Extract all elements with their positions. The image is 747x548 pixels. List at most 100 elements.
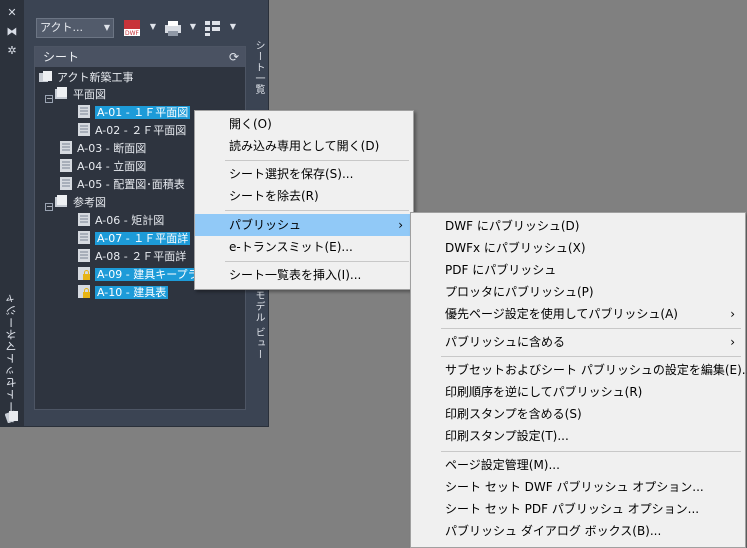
svg-text:DWF: DWF [125,30,140,37]
menu-item-plot-stamp-settings[interactable]: 印刷スタンプ設定(T)... [411,425,745,447]
menu-item-publish-dwfx[interactable]: DWFx にパブリッシュ(X) [411,237,745,259]
menu-item-insert-sheet-list[interactable]: シート一覧表を挿入(I)... [195,264,413,286]
menu-separator [225,210,409,211]
chevron-down-icon: ▼ [103,23,110,32]
sheet-icon [78,231,90,244]
folder-icon [55,195,67,207]
sheet-item-label: A-10 - 建具表 [95,286,169,299]
chevron-down-icon: ▼ [229,22,236,31]
menu-item-publish-dialog[interactable]: パブリッシュ ダイアログ ボックス(B)... [411,520,745,542]
menu-item-open[interactable]: 開く(O) [195,113,413,135]
folder-icon [55,87,67,99]
tree-group-label: 平面図 [73,88,106,101]
menu-item-pdf-publish-options[interactable]: シート セット PDF パブリッシュ オプション... [411,498,745,520]
views-icon [205,21,220,36]
sheetset-icon [4,408,19,424]
plot-icon [165,21,181,36]
tab-sheet-list[interactable]: シート一覧 [250,40,266,95]
sheet-item-label: A-01 - １Ｆ平面図 [95,106,191,119]
sheet-item-label: A-09 - 建具キープラ [95,268,201,281]
close-icon[interactable]: ✕ [5,6,19,20]
menu-separator [441,356,741,357]
sheetset-combo-value: アクト... [40,21,83,34]
menu-item-edit-subset-settings[interactable]: サブセットおよびシート パブリッシュの設定を編集(E)... [411,359,747,381]
menu-item-save-selection[interactable]: シート選択を保存(S)... [195,163,413,185]
publish-dwf-button[interactable]: DWF ▼ [122,18,156,38]
menu-separator [441,451,741,452]
palette-titlebar: ✕ ⧓ ✲ シートセットマネージャ [0,0,24,426]
chevron-right-icon: › [398,218,403,232]
sheet-item-label: A-02 - ２Ｆ平面図 [95,124,187,137]
publish-dwf-icon: DWF [124,20,140,37]
sheet-icon [78,213,90,226]
menu-item-publish-reverse[interactable]: 印刷順序を逆にしてパブリッシュ(R) [411,381,745,403]
menu-item-page-setup-manager[interactable]: ページ設定管理(M)... [411,454,745,476]
sheet-tree-header-label: シート [43,50,80,64]
sheet-item-label: A-03 - 断面図 [77,142,147,155]
sheet-item[interactable]: A-08 - ２Ｆ平面詳 [77,248,186,265]
lock-icon [78,267,90,280]
menu-item-etransmit[interactable]: e-トランスミット(E)... [195,236,413,258]
lock-icon [78,285,90,298]
palette-title: シートセットマネージャ [5,292,18,424]
sheet-item[interactable]: A-10 - 建具表 [77,284,169,301]
chevron-down-icon: ▼ [189,22,196,31]
refresh-icon[interactable]: ⟳ [229,47,239,67]
plot-button[interactable]: ▼ [162,18,196,38]
sheet-item-label: A-05 - 配置図･面積表 [77,178,185,191]
tab-model-views[interactable]: モデル ビュー [250,290,266,360]
menu-item-include-in-publish-label: パブリッシュに含める [445,335,566,349]
autohide-icon[interactable]: ⧓ [5,25,19,39]
menu-separator [441,328,741,329]
properties-icon[interactable]: ✲ [5,44,19,58]
sheet-item[interactable]: A-04 - 立面図 [59,158,146,175]
tree-group-plan[interactable]: 平面図 [55,86,106,103]
sheet-icon [78,105,90,118]
menu-item-publish-page-setup[interactable]: 優先ページ設定を使用してパブリッシュ(A) › [411,303,745,325]
sheet-item[interactable]: A-09 - 建具キープラ [77,266,201,283]
menu-item-include-plot-stamp[interactable]: 印刷スタンプを含める(S) [411,403,745,425]
chevron-down-icon: ▼ [149,22,156,31]
sheet-item[interactable]: A-03 - 断面図 [59,140,146,157]
menu-item-publish-dwf[interactable]: DWF にパブリッシュ(D) [411,215,745,237]
palette-toolbar: アクト... ▼ DWF ▼ ▼ ▼ [36,16,246,40]
sheet-icon [78,123,90,136]
sheet-item-label: A-06 - 矩計図 [95,214,165,227]
menu-item-dwf-publish-options[interactable]: シート セット DWF パブリッシュ オプション... [411,476,745,498]
publish-submenu: DWF にパブリッシュ(D) DWFx にパブリッシュ(X) PDF にパブリッ… [410,212,747,548]
menu-item-publish-pdf[interactable]: PDF にパブリッシュ [411,259,745,281]
sheet-item[interactable]: A-01 - １Ｆ平面図 [77,104,191,121]
menu-item-publish-plotter[interactable]: プロッタにパブリッシュ(P) [411,281,745,303]
context-menu: 開く(O) 読み込み専用として開く(D) シート選択を保存(S)... シートを… [194,110,414,290]
sheet-item[interactable]: A-07 - １Ｆ平面詳 [77,230,191,247]
chevron-right-icon: › [730,335,735,349]
sheet-item-label: A-07 - １Ｆ平面詳 [95,232,191,245]
menu-item-open-readonly[interactable]: 読み込み専用として開く(D) [195,135,413,157]
sheet-item[interactable]: A-06 - 矩計図 [77,212,164,229]
menu-separator [225,160,409,161]
collapse-icon[interactable]: − [45,95,53,103]
sheet-icon [60,159,72,172]
sheetset-icon [39,71,52,82]
menu-item-publish[interactable]: パブリッシュ › [195,214,413,236]
sheet-icon [78,249,90,262]
sheet-item[interactable]: A-05 - 配置図･面積表 [59,176,185,193]
menu-separator [225,261,409,262]
tree-group-label: 参考図 [73,196,106,209]
tree-group-reference[interactable]: 参考図 [55,194,106,211]
sheet-item[interactable]: A-02 - ２Ｆ平面図 [77,122,186,139]
sheet-item-label: A-08 - ２Ｆ平面詳 [95,250,187,263]
menu-item-include-in-publish[interactable]: パブリッシュに含める › [411,331,745,353]
sheet-icon [60,141,72,154]
sheet-icon [60,177,72,190]
sheet-item-label: A-04 - 立面図 [77,160,147,173]
collapse-icon[interactable]: − [45,203,53,211]
sheetset-combo[interactable]: アクト... ▼ [36,18,114,38]
tree-root[interactable]: アクト新築工事 [39,69,133,86]
menu-item-remove-sheet[interactable]: シートを除去(R) [195,185,413,207]
views-button[interactable]: ▼ [202,18,236,38]
menu-item-publish-page-setup-label: 優先ページ設定を使用してパブリッシュ(A) [445,307,678,321]
menu-item-publish-label: パブリッシュ [229,218,302,232]
sheet-tree-header: シート ⟳ [35,47,245,67]
chevron-right-icon: › [730,307,735,321]
